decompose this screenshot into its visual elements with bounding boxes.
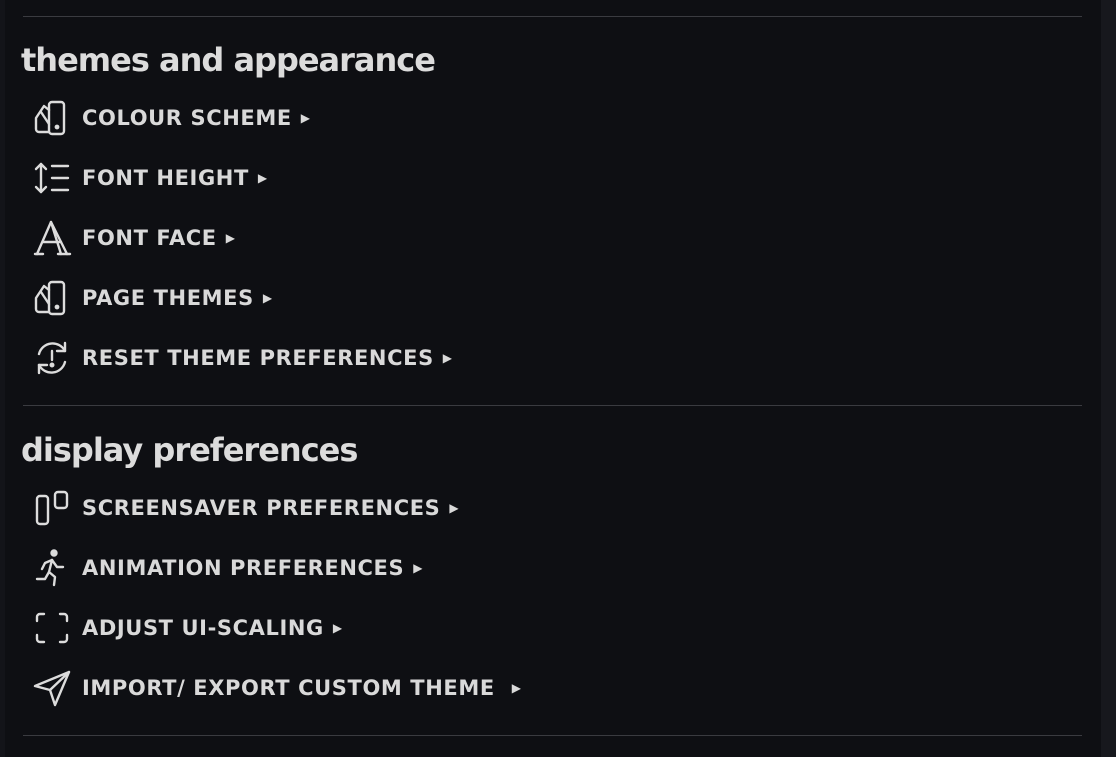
expand-arrow-icon: ▶: [442, 351, 453, 365]
reset-alert-icon: [32, 338, 72, 378]
menu-item-label: ANIMATION PREFERENCES: [82, 556, 405, 580]
menu-item-label: FONT HEIGHT: [82, 166, 249, 190]
menu-item-font-face[interactable]: FONT FACE ▶: [32, 216, 235, 260]
menu-item-animation-preferences[interactable]: ANIMATION PREFERENCES ▶: [32, 546, 422, 590]
menu-item-screensaver-preferences[interactable]: SCREENSAVER PREFERENCES ▶: [32, 486, 459, 530]
menu-item-label: PAGE THEMES: [82, 286, 254, 310]
menu-item-reset-theme-preferences[interactable]: RESET THEME PREFERENCES ▶: [32, 336, 452, 380]
expand-arrow-icon: ▶: [332, 621, 343, 635]
expand-arrow-icon: ▶: [300, 111, 311, 125]
expand-arrow-icon: ▶: [262, 291, 273, 305]
running-person-icon: [32, 548, 72, 588]
expand-arrow-icon: ▶: [257, 171, 268, 185]
scroll-track[interactable]: [1101, 0, 1116, 757]
expand-arrow-icon: ▶: [449, 501, 459, 515]
expand-arrow-icon: ▶: [511, 681, 521, 695]
swatches-icon: [32, 278, 72, 318]
menu-item-label: ADJUST UI-SCALING: [82, 616, 324, 640]
divider-bottom: [23, 735, 1082, 736]
expand-arrow-icon: ▶: [225, 231, 235, 245]
menu-item-label: IMPORT/ EXPORT CUSTOM THEME: [82, 676, 503, 700]
section-title-themes: themes and appearance: [21, 41, 436, 79]
expand-arrow-icon: ▶: [413, 561, 423, 575]
screensaver-icon: [32, 488, 72, 528]
divider-top: [23, 16, 1082, 17]
send-plane-icon: [32, 668, 72, 708]
font-letter-icon: [32, 218, 72, 258]
menu-item-label: SCREENSAVER PREFERENCES: [82, 496, 441, 520]
menu-item-label: RESET THEME PREFERENCES: [82, 346, 434, 370]
section-title-display: display preferences: [21, 431, 358, 469]
scaling-frame-icon: [32, 608, 72, 648]
swatches-icon: [32, 98, 72, 138]
menu-item-page-themes[interactable]: PAGE THEMES ▶: [32, 276, 272, 320]
menu-item-label: FONT FACE: [82, 226, 217, 250]
divider-middle: [23, 405, 1082, 406]
menu-item-import-export-custom-theme[interactable]: IMPORT/ EXPORT CUSTOM THEME ▶: [32, 666, 521, 710]
menu-item-adjust-ui-scaling[interactable]: ADJUST UI-SCALING ▶: [32, 606, 342, 650]
menu-item-font-height[interactable]: FONT HEIGHT ▶: [32, 156, 267, 200]
line-height-icon: [32, 158, 72, 198]
menu-item-label: COLOUR SCHEME: [82, 106, 292, 130]
menu-item-colour-scheme[interactable]: COLOUR SCHEME ▶: [32, 96, 310, 140]
